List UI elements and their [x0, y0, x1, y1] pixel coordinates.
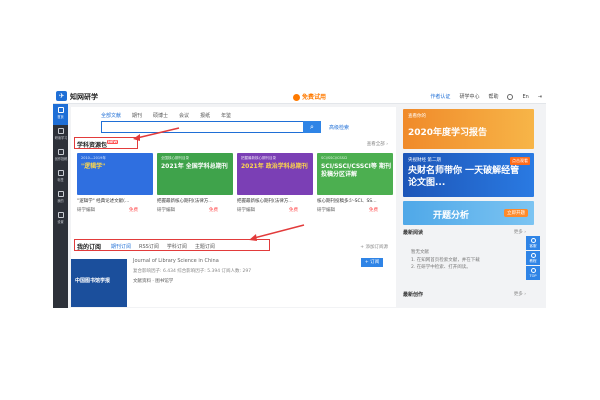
chat-icon [530, 238, 536, 243]
user-icon [57, 191, 64, 197]
search-tabs: 全部文献 期刊 硕博士 会议 报纸 年鉴 [101, 112, 231, 119]
nav-mine[interactable]: 我的 [53, 188, 68, 209]
card-caption-4[interactable]: 核心期刊投稿多少-SCI、SS… [317, 198, 393, 204]
highlight-box-resources [74, 137, 138, 149]
resource-more-link[interactable]: 查看全部 › [367, 141, 388, 147]
resource-card-1[interactable]: 2010—2019年 "逻辑学" [77, 153, 153, 195]
empty-reading-text: 暂无文献 [411, 250, 429, 255]
right-panel: 查看你的 2020年度学习报告 央视财经 第二期 央财名师带你 一天破解经管论文… [403, 107, 534, 307]
resource-card-4[interactable]: SCI/SSCI/CSSCI SCI/SSCI/CSSCI等 期刊投稿分区详解 [317, 153, 393, 195]
tab-thesis[interactable]: 硕博士 [153, 112, 168, 119]
annotation-arrow-1 [133, 127, 180, 141]
left-nav: 首页 研读学习 创作投稿 标签 我的 设置 [53, 104, 68, 308]
nav-write[interactable]: 创作投稿 [53, 146, 68, 167]
book-icon [57, 128, 64, 134]
card-meta-4: 研学编辑 免费 [317, 208, 378, 213]
nav-home[interactable]: 首页 [53, 104, 68, 125]
subscribe-button[interactable]: + 订阅 [361, 258, 383, 267]
recent-reading-title: 最新阅读 [403, 230, 424, 236]
tutorial-button[interactable]: 教程 [526, 251, 540, 265]
tab-yearbook[interactable]: 年鉴 [221, 112, 231, 119]
recent-reading-more[interactable]: 更多 › [514, 229, 526, 235]
add-subscription-link[interactable]: + 添加订阅源 [360, 244, 388, 250]
arrow-up-icon [530, 268, 536, 273]
learning-report-banner[interactable]: 查看你的 2020年度学习报告 [403, 109, 534, 149]
main-panel: 全部文献 期刊 硕博士 会议 报纸 年鉴 ⌕ 高级检索 学科资源包NEW 查看全… [71, 107, 396, 307]
search-icon: ⌕ [310, 123, 314, 131]
recent-writing-more[interactable]: 更多 › [514, 291, 526, 297]
user-icon[interactable] [507, 93, 514, 100]
help-link[interactable]: 帮助 [488, 93, 498, 100]
gear-icon [57, 212, 64, 218]
home-icon [57, 107, 64, 113]
tab-conference[interactable]: 会议 [179, 112, 189, 119]
study-center-link[interactable]: 研学中心 [459, 93, 479, 100]
topic-analysis-banner[interactable]: 开题分析 立即开题 [403, 201, 534, 225]
search-button[interactable]: ⌕ [303, 121, 321, 133]
journal-cover[interactable]: 中国图书馆学报 [71, 259, 127, 307]
language-link[interactable]: En [522, 94, 528, 100]
top-bar: ✈ 知网研学 免费试用 作者认证 研学中心 帮助 En ⇥ [53, 88, 546, 104]
nav-settings[interactable]: 设置 [53, 209, 68, 230]
start-topic-button[interactable]: 立即开题 [504, 209, 528, 217]
reading-hint-1: 1. 在知网首页检索文献，并在下载 [411, 258, 480, 263]
recent-writing-title: 最新创作 [403, 292, 424, 298]
pen-icon [57, 149, 64, 155]
card-meta-1: 研学编辑 免费 [77, 208, 138, 213]
free-trial-button[interactable]: 免费试用 [293, 92, 326, 101]
tab-newspaper[interactable]: 报纸 [200, 112, 210, 119]
tab-journal[interactable]: 期刊 [132, 112, 142, 119]
author-cert-link[interactable]: 作者认证 [430, 93, 450, 100]
play-icon [530, 253, 536, 258]
logout-icon[interactable]: ⇥ [538, 94, 542, 100]
back-to-top-button[interactable]: TOP [526, 266, 540, 280]
journal-category: 文献资料 · 图书馆学 [133, 279, 174, 284]
nav-tags[interactable]: 标签 [53, 167, 68, 188]
resource-card-3[interactable]: 把握最新核心期刊目录 2021年 政治学科总期刊 [237, 153, 313, 195]
app-title: 知网研学 [70, 93, 98, 101]
watch-tag[interactable]: 点击观看 [510, 157, 530, 165]
finance-course-banner[interactable]: 央视财经 第二期 央财名师带你 一天破解经管论文图... 点击观看 [403, 153, 534, 197]
nav-study[interactable]: 研读学习 [53, 125, 68, 146]
card-caption-1[interactable]: "逻辑学" 经典论述文献(… [77, 198, 153, 204]
tab-all[interactable]: 全部文献 [101, 112, 121, 119]
card-caption-3[interactable]: 把握最新核心期刊(法律方… [237, 198, 313, 204]
floating-toolbar: 客服 教程 TOP [526, 236, 540, 280]
resource-card-2[interactable]: 全国核心期刊目录 2021年 全国学科总期刊 [157, 153, 233, 195]
app-logo-icon[interactable]: ✈ [56, 91, 67, 101]
annotation-arrow-2 [249, 224, 305, 241]
card-caption-2[interactable]: 把握最新核心期刊(法律方… [157, 198, 233, 204]
journal-title[interactable]: Journal of Library Science in China [133, 258, 219, 264]
trial-icon [293, 94, 300, 101]
customer-service-button[interactable]: 客服 [526, 236, 540, 250]
card-meta-3: 研学编辑 免费 [237, 208, 298, 213]
reading-hint-2: 2. 在研学中检索、打开阅读。 [411, 265, 471, 270]
highlight-box-subscription [74, 239, 270, 251]
top-links: 作者认证 研学中心 帮助 En ⇥ [430, 93, 542, 100]
advanced-search-link[interactable]: 高级检索 [329, 124, 349, 131]
journal-stats: 复合影响因子: 6.434 综合影响因子: 5.394 订阅人数: 297 [133, 269, 252, 274]
tag-icon [57, 170, 64, 176]
app-window: ✈ 知网研学 免费试用 作者认证 研学中心 帮助 En ⇥ 首页 研读学习 创作… [53, 88, 546, 308]
card-meta-2: 研学编辑 免费 [157, 208, 218, 213]
